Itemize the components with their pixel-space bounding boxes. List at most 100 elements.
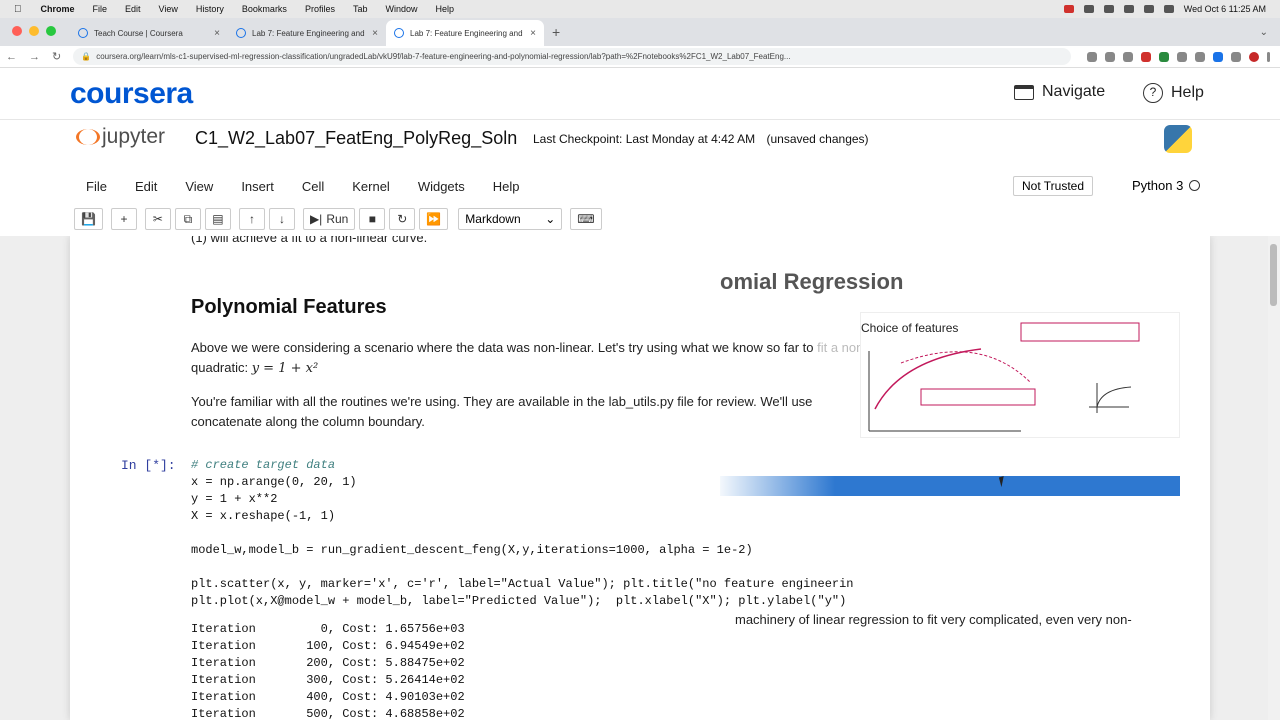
extension-icon[interactable]: [1195, 51, 1205, 62]
tab-title: Teach Course | Coursera: [94, 28, 183, 38]
menu-edit[interactable]: Edit: [121, 179, 171, 194]
equation: y = 1 + x²: [251, 361, 319, 376]
unsaved-text: (unsaved changes): [766, 132, 869, 146]
puzzle-icon[interactable]: [1231, 51, 1241, 62]
close-tab-icon[interactable]: ×: [530, 28, 536, 39]
not-trusted-button[interactable]: Not Trusted: [1013, 176, 1094, 196]
keyboard-icon[interactable]: ⌨: [570, 208, 602, 230]
zoom-window-icon[interactable]: [46, 26, 56, 36]
search-icon[interactable]: [1163, 5, 1174, 13]
minimize-window-icon[interactable]: [29, 26, 39, 36]
add-cell-icon[interactable]: +: [110, 208, 137, 230]
extension-icon[interactable]: [1213, 51, 1223, 62]
output-line: Iteration 300, Cost: 5.26414e+02: [191, 673, 465, 687]
back-icon[interactable]: ←: [0, 51, 23, 63]
cell-type-select[interactable]: Markdown ⌄: [458, 208, 563, 230]
interrupt-icon[interactable]: ■: [359, 208, 386, 230]
extension-icon[interactable]: [1141, 51, 1151, 62]
coursera-logo[interactable]: coursera: [70, 77, 193, 111]
fit-curve: [874, 348, 982, 410]
new-tab-icon[interactable]: +: [544, 24, 568, 46]
apple-icon[interactable]: : [0, 4, 32, 15]
os-menu-bookmarks[interactable]: Bookmarks: [233, 4, 296, 14]
menu-file[interactable]: File: [70, 179, 121, 194]
coursera-favicon-icon: [236, 28, 246, 38]
menu-widgets[interactable]: Widgets: [404, 179, 479, 194]
page-scrollbar[interactable]: [1268, 236, 1280, 720]
restart-run-all-icon[interactable]: ⏩: [419, 208, 449, 230]
extension-icon[interactable]: [1159, 51, 1169, 62]
status-icon[interactable]: [1123, 5, 1134, 13]
menu-view[interactable]: View: [171, 179, 227, 194]
help-button[interactable]: ? Help: [1143, 83, 1204, 103]
tab-title: Lab 7: Feature Engineering and: [252, 28, 365, 38]
menu-insert[interactable]: Insert: [227, 179, 288, 194]
wifi-icon[interactable]: [1143, 5, 1154, 13]
overlay-caption: machinery of linear regression to fit ve…: [735, 612, 1132, 627]
close-window-icon[interactable]: [12, 26, 22, 36]
bookmark-star-icon[interactable]: [1105, 51, 1115, 62]
clock[interactable]: Wed Oct 6 11:25 AM: [1184, 4, 1266, 14]
close-tab-icon[interactable]: ×: [214, 28, 220, 39]
os-menu-app[interactable]: Chrome: [32, 4, 84, 14]
url-field[interactable]: 🔒 coursera.org/learn/mls-c1-supervised-m…: [73, 48, 1071, 65]
forward-icon[interactable]: →: [23, 51, 46, 63]
extension-icon[interactable]: [1177, 51, 1187, 62]
output-line: Iteration 200, Cost: 5.88475e+02: [191, 656, 465, 670]
code-line: # create target data: [191, 458, 336, 472]
cut-icon[interactable]: ✂: [144, 208, 171, 230]
browser-tab[interactable]: Lab 7: Feature Engineering and ×: [228, 20, 386, 46]
close-tab-icon[interactable]: ×: [372, 28, 378, 39]
os-menu-help[interactable]: Help: [426, 4, 463, 14]
window-controls: [0, 26, 70, 46]
code-line: plt.scatter(x, y, marker='x', c='r', lab…: [191, 577, 854, 591]
os-menu-tab[interactable]: Tab: [344, 4, 377, 14]
notebook-area[interactable]: (1) will achieve a fit to a non-linear c…: [0, 236, 1280, 720]
menu-kernel[interactable]: Kernel: [338, 179, 404, 194]
status-icon[interactable]: [1103, 5, 1114, 13]
menu-help[interactable]: Help: [479, 179, 534, 194]
save-icon[interactable]: 💾: [74, 208, 103, 230]
chevron-down-icon: ⌄: [545, 212, 556, 226]
help-label: Help: [1171, 84, 1204, 101]
status-icon[interactable]: [1083, 5, 1094, 13]
os-menu-view[interactable]: View: [150, 4, 187, 14]
os-menubar:  Chrome File Edit View History Bookmark…: [0, 0, 1280, 18]
output-line: Iteration 400, Cost: 4.90103e+02: [191, 690, 465, 704]
python-logo-icon: [1164, 125, 1192, 153]
os-menu-edit[interactable]: Edit: [116, 4, 150, 14]
os-menu-profiles[interactable]: Profiles: [296, 4, 344, 14]
navigate-icon: [1014, 84, 1034, 100]
browser-tab[interactable]: Teach Course | Coursera ×: [70, 20, 228, 46]
reload-icon[interactable]: ↻: [46, 50, 67, 63]
cell-prompt: In [*]:: [121, 458, 176, 473]
restart-icon[interactable]: ↻: [389, 208, 416, 230]
profile-avatar[interactable]: [1249, 51, 1259, 62]
move-up-icon[interactable]: ↑: [238, 208, 265, 230]
kernel-indicator[interactable]: Python 3: [1132, 178, 1201, 193]
paragraph-text: concatenate along the column boundary.: [191, 414, 425, 429]
tab-search-icon[interactable]: ⌄: [1248, 27, 1280, 46]
navigate-button[interactable]: Navigate: [1014, 83, 1105, 101]
code-cell[interactable]: # create target data x = np.arange(0, 20…: [191, 457, 854, 610]
os-menu-window[interactable]: Window: [376, 4, 426, 14]
notebook-name[interactable]: C1_W2_Lab07_FeatEng_PolyReg_Soln: [195, 128, 517, 149]
record-icon[interactable]: [1063, 5, 1074, 13]
address-bar-row: ← → ↻ 🔒 coursera.org/learn/mls-c1-superv…: [0, 46, 1280, 68]
jupyter-logo[interactable]: jupyter: [74, 125, 165, 149]
move-down-icon[interactable]: ↓: [268, 208, 295, 230]
copy-icon[interactable]: ⧉: [174, 208, 201, 230]
run-icon: ▶|: [309, 212, 323, 226]
os-menu-history[interactable]: History: [187, 4, 233, 14]
scroll-thumb[interactable]: [1270, 244, 1277, 306]
menu-cell[interactable]: Cell: [288, 179, 338, 194]
zoom-icon[interactable]: [1087, 51, 1097, 62]
browser-tab-active[interactable]: Lab 7: Feature Engineering and ×: [386, 20, 544, 46]
os-menu-file[interactable]: File: [84, 4, 117, 14]
paste-icon[interactable]: ▤: [204, 208, 231, 230]
fit-curve-dashed: [900, 351, 1032, 384]
kebab-menu-icon[interactable]: [1267, 51, 1270, 62]
run-button[interactable]: ▶| Run: [302, 208, 356, 230]
extension-icon[interactable]: [1123, 51, 1133, 62]
notebook-page: (1) will achieve a fit to a non-linear c…: [70, 236, 1210, 720]
